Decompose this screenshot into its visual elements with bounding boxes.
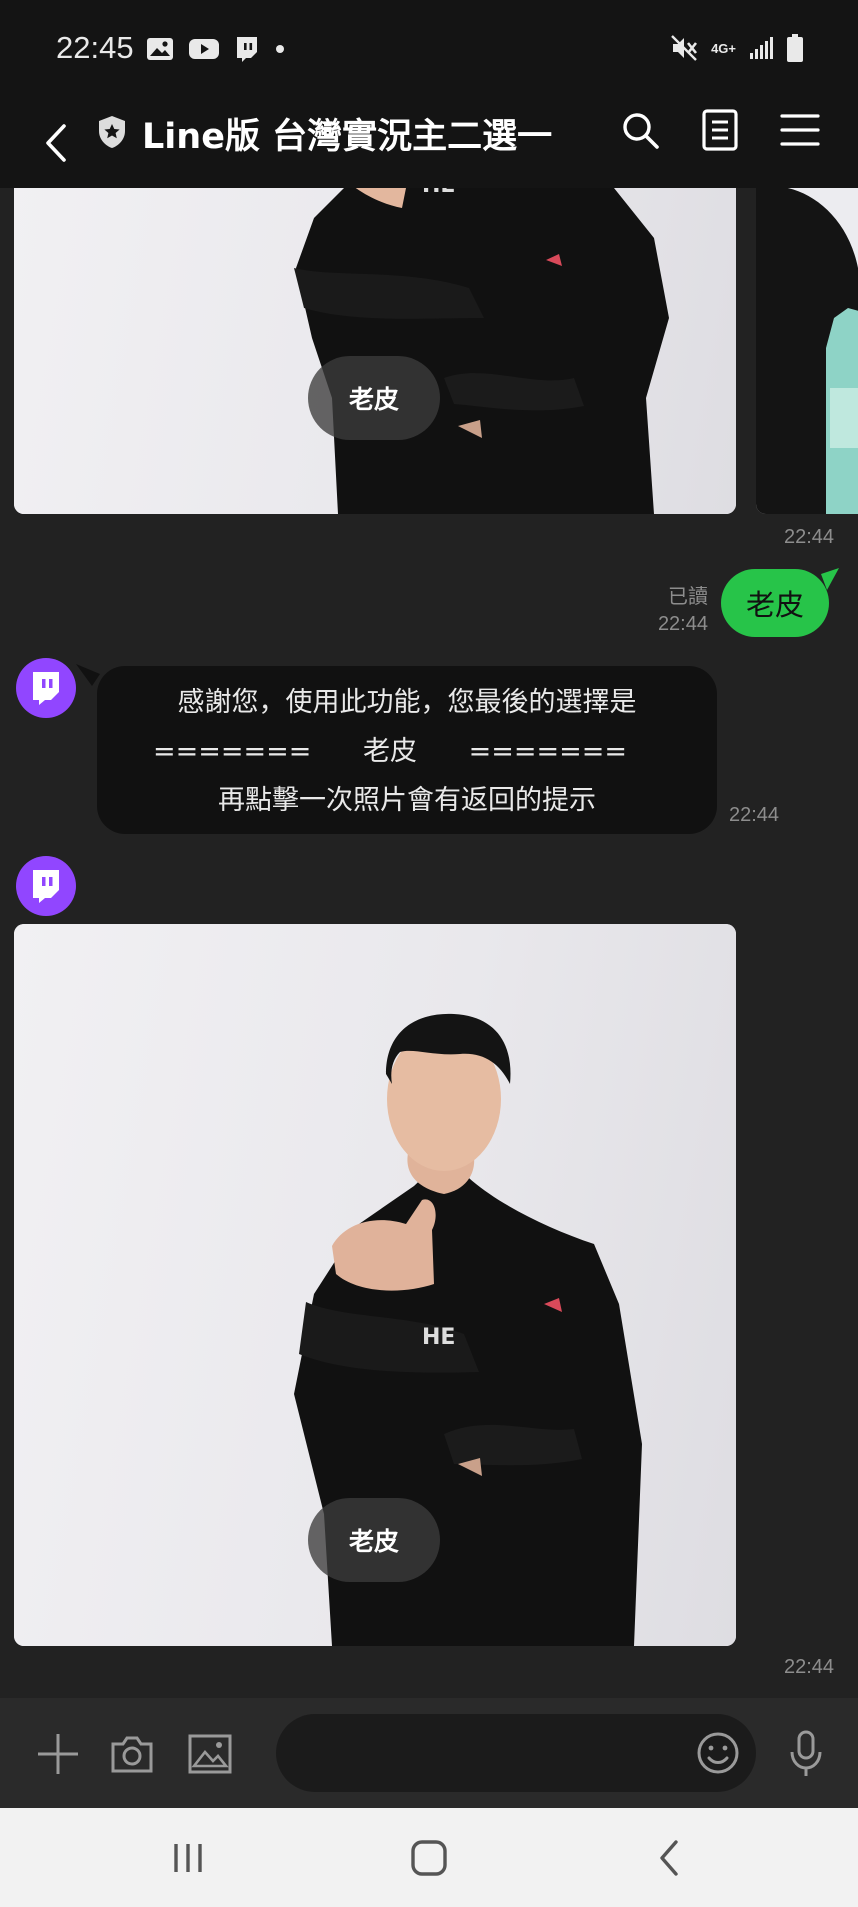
twitch-icon <box>237 37 257 62</box>
chat-title[interactable]: Line版 台灣實況主二選一 <box>142 108 552 159</box>
recent-apps-icon[interactable] <box>168 1838 208 1878</box>
photo-caption: 老皮 <box>308 356 440 440</box>
person-photo: HE <box>294 188 669 514</box>
network-4g-icon: 4G+ <box>711 40 736 56</box>
received-line-1: 感謝您，使用此功能，您最後的選擇是 <box>177 687 637 718</box>
image-icon[interactable] <box>188 1734 232 1774</box>
sent-time: 22:44 <box>657 613 708 635</box>
svg-text:HE: HE <box>422 1325 455 1350</box>
separator-left: ======= <box>153 736 312 767</box>
twitch-logo-icon <box>33 870 59 903</box>
input-bar <box>0 1698 858 1808</box>
read-label: 已讀 <box>668 584 708 608</box>
menu-icon[interactable] <box>778 108 822 152</box>
twitch-logo-icon <box>33 672 59 705</box>
shield-icon <box>99 116 125 148</box>
mic-icon[interactable] <box>786 1730 826 1778</box>
photo-message-bottom[interactable]: HE 老皮 <box>14 924 736 1646</box>
dot-icon <box>276 45 284 53</box>
signal-icon <box>750 37 773 59</box>
svg-text:HE: HE <box>422 188 455 198</box>
received-message-bubble[interactable]: 感謝您，使用此功能，您最後的選擇是 ======= 老皮 ======= 再點擊… <box>97 666 717 834</box>
sent-message-bubble[interactable]: 老皮 <box>721 569 829 637</box>
mute-icon <box>671 35 698 61</box>
back-icon[interactable] <box>36 116 76 170</box>
read-receipt: 已讀 22:44 <box>644 580 708 636</box>
photo-caption-text: 老皮 <box>348 1527 399 1556</box>
bubble-tail <box>821 568 839 590</box>
message-input[interactable] <box>276 1714 756 1792</box>
status-icons-right: 4G+ <box>669 33 804 63</box>
received-line-2: ======= 老皮 ======= <box>97 727 717 776</box>
message-timestamp: 22:44 <box>784 526 835 548</box>
photo-timestamp: 22:44 <box>784 1656 835 1678</box>
sent-message-text: 老皮 <box>745 588 804 622</box>
photo-message-top[interactable]: HE 老皮 <box>14 188 736 514</box>
search-icon[interactable] <box>618 108 662 152</box>
camera-icon[interactable] <box>110 1734 154 1774</box>
received-line-3: 再點擊一次照片會有返回的提示 <box>218 785 596 816</box>
bot-avatar-2[interactable] <box>16 856 76 916</box>
status-icons-left <box>146 35 286 63</box>
photo-caption: 老皮 <box>308 1498 440 1582</box>
battery-icon <box>787 34 803 62</box>
separator-right: ======= <box>468 736 627 767</box>
reply-timestamp: 22:44 <box>729 804 780 826</box>
notes-icon[interactable] <box>698 108 742 152</box>
system-nav-bar <box>0 1808 858 1907</box>
bottle-photo <box>756 188 858 514</box>
bot-avatar[interactable] <box>16 658 76 718</box>
plus-icon[interactable] <box>36 1732 80 1776</box>
gallery-icon <box>147 38 173 60</box>
youtube-icon <box>189 39 219 59</box>
photo-caption-text: 老皮 <box>348 385 399 414</box>
home-icon[interactable] <box>409 1838 449 1878</box>
selected-choice: 老皮 <box>363 736 417 767</box>
back-nav-icon[interactable] <box>650 1838 690 1878</box>
status-time: 22:45 <box>56 30 134 65</box>
photo-message-top-2[interactable] <box>756 188 858 514</box>
chat-area[interactable]: HE 老皮 22:44 已讀 22:44 老皮 感謝您，使用此功能，您最後的選擇… <box>0 188 858 1698</box>
status-bar: 22:45 4G+ <box>0 0 858 98</box>
emoji-icon[interactable] <box>696 1731 740 1775</box>
